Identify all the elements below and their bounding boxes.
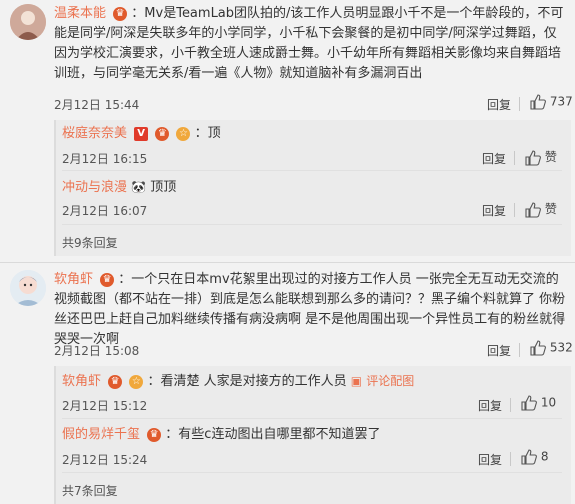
- comment-divider: [0, 262, 575, 263]
- reply-button[interactable]: 回复: [487, 342, 511, 359]
- divider: [519, 97, 520, 111]
- comment-text: ：Mv是TeamLab团队拍的/该工作人员明显跟小千不是一个年龄段的，不可能是同…: [54, 6, 564, 81]
- reply-text: 顶顶: [150, 180, 177, 195]
- panda-icon: 🐼: [131, 180, 147, 194]
- vip-badge-icon: ♛: [113, 6, 128, 21]
- reply-username[interactable]: 桜庭奈奈美: [62, 126, 127, 141]
- vip-badge-icon: ♛: [155, 126, 170, 141]
- like-button[interactable]: 532: [530, 340, 573, 356]
- reply-date: 2月12日 16:15: [62, 152, 148, 166]
- reply-username[interactable]: 假的易烊千玺: [62, 427, 140, 442]
- comment-date: 2月12日 15:44: [54, 98, 140, 112]
- vip-badge-icon: ♛: [147, 427, 162, 442]
- reply-button[interactable]: 回复: [482, 150, 506, 167]
- divider: [62, 170, 562, 171]
- thumbs-up-icon: [530, 94, 546, 110]
- reply-username[interactable]: 软角虾: [62, 374, 101, 389]
- reply-item: 软角虾 ♛ ☆ ：看清楚 人家是对接方的工作人员 ▣ 评论配图: [62, 371, 414, 392]
- like-button[interactable]: 8: [521, 449, 548, 465]
- reply-text: ：有些c连动图出自哪里都不知道罢了: [165, 427, 381, 442]
- reply-item: 假的易烊千玺 ♛ ：有些c连动图出自哪里都不知道罢了: [62, 425, 380, 445]
- reply-username[interactable]: 冲动与浪漫: [62, 180, 127, 195]
- avatar-image-icon: [10, 4, 46, 40]
- divider: [510, 398, 511, 412]
- reply-item: 桜庭奈奈美 V ♛ ☆ ：顶: [62, 124, 221, 144]
- avatar[interactable]: [10, 4, 46, 40]
- reply-text: ：顶: [194, 126, 221, 141]
- comment-username[interactable]: 软角虾: [54, 272, 93, 287]
- like-count: 8: [540, 449, 549, 464]
- vip-badge-icon: ♛: [108, 374, 123, 389]
- image-icon: ▣: [350, 374, 363, 388]
- thumbs-up-icon: [521, 449, 537, 465]
- reply-date: 2月12日 15:12: [62, 399, 148, 413]
- reply-button[interactable]: 回复: [487, 96, 511, 113]
- like-label: 赞: [544, 202, 557, 216]
- divider: [519, 343, 520, 357]
- divider: [62, 472, 562, 473]
- divider: [62, 224, 562, 225]
- reply-item: 冲动与浪漫 🐼 顶顶: [62, 177, 176, 198]
- level-badge-icon: ☆: [129, 374, 144, 389]
- verified-v-icon: V: [134, 126, 149, 141]
- divider: [62, 418, 562, 419]
- level-badge-icon: ☆: [176, 126, 191, 141]
- avatar-image-icon: [10, 270, 46, 306]
- reply-button[interactable]: 回复: [482, 202, 506, 219]
- divider: [514, 203, 515, 217]
- divider: [514, 151, 515, 165]
- like-button[interactable]: 赞: [525, 148, 557, 166]
- thumbs-up-icon: [525, 201, 541, 218]
- thumbs-up-icon: [530, 340, 546, 356]
- like-count: 737: [549, 94, 573, 109]
- view-more-replies-link[interactable]: 共9条回复: [62, 234, 118, 251]
- like-button[interactable]: 赞: [525, 200, 557, 218]
- view-more-replies-link[interactable]: 共7条回复: [62, 482, 118, 499]
- like-button[interactable]: 737: [530, 94, 573, 110]
- vip-badge-icon: ♛: [100, 272, 115, 287]
- divider: [510, 452, 511, 466]
- like-count: 10: [540, 395, 557, 410]
- comment-body: 软角虾 ♛ ：一个只在日本mv花絮里出现过的对接方工作人员 一张完全无互动无交流…: [54, 270, 569, 350]
- reply-button[interactable]: 回复: [478, 397, 502, 414]
- like-count: 532: [549, 340, 573, 355]
- reply-date: 2月12日 16:07: [62, 204, 148, 218]
- comment-image-link[interactable]: 评论配图: [366, 374, 414, 388]
- reply-text: ：看清楚 人家是对接方的工作人员: [147, 374, 347, 389]
- comment-body: 温柔本能 ♛ ：Mv是TeamLab团队拍的/该工作人员明显跟小千不是一个年龄段…: [54, 4, 569, 84]
- comment-date: 2月12日 15:08: [54, 344, 140, 358]
- like-button[interactable]: 10: [521, 395, 556, 411]
- comment-username[interactable]: 温柔本能: [54, 6, 106, 21]
- like-label: 赞: [544, 150, 557, 164]
- reply-button[interactable]: 回复: [478, 451, 502, 468]
- avatar[interactable]: [10, 270, 46, 306]
- reply-date: 2月12日 15:24: [62, 453, 148, 467]
- thumbs-up-icon: [521, 395, 537, 411]
- comment-text: ：一个只在日本mv花絮里出现过的对接方工作人员 一张完全无互动无交流的视频截图（…: [54, 272, 566, 347]
- thumbs-up-icon: [525, 149, 541, 166]
